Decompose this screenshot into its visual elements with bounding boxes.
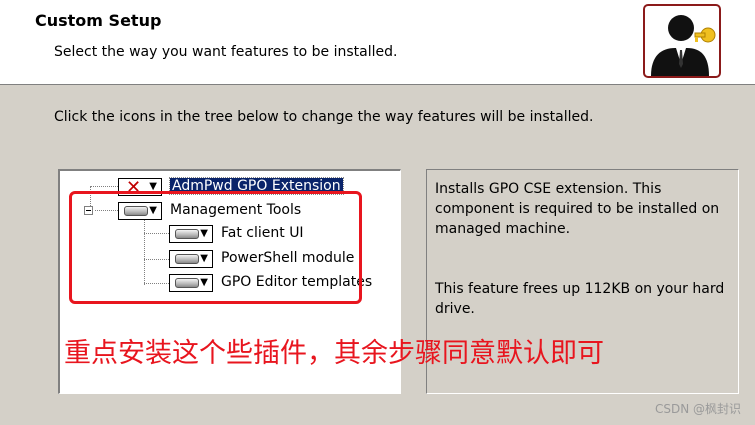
tree-connector bbox=[90, 186, 118, 187]
annotation-text: 重点安装这个些插件，其余步骤同意默认即可 bbox=[64, 338, 604, 369]
page-subtitle: Select the way you want features to be i… bbox=[54, 44, 398, 60]
annotation-highlight-box bbox=[69, 191, 362, 304]
user-key-icon bbox=[643, 4, 721, 78]
feature-size-text: This feature frees up 112KB on your hard… bbox=[435, 281, 725, 317]
page-title: Custom Setup bbox=[35, 11, 162, 30]
feature-description: Installs GPO CSE extension. This compone… bbox=[435, 181, 720, 237]
header-banner: Custom Setup Select the way you want fea… bbox=[0, 0, 755, 85]
watermark: CSDN @枫封识 bbox=[654, 402, 741, 416]
instruction-text: Click the icons in the tree below to cha… bbox=[54, 109, 594, 125]
